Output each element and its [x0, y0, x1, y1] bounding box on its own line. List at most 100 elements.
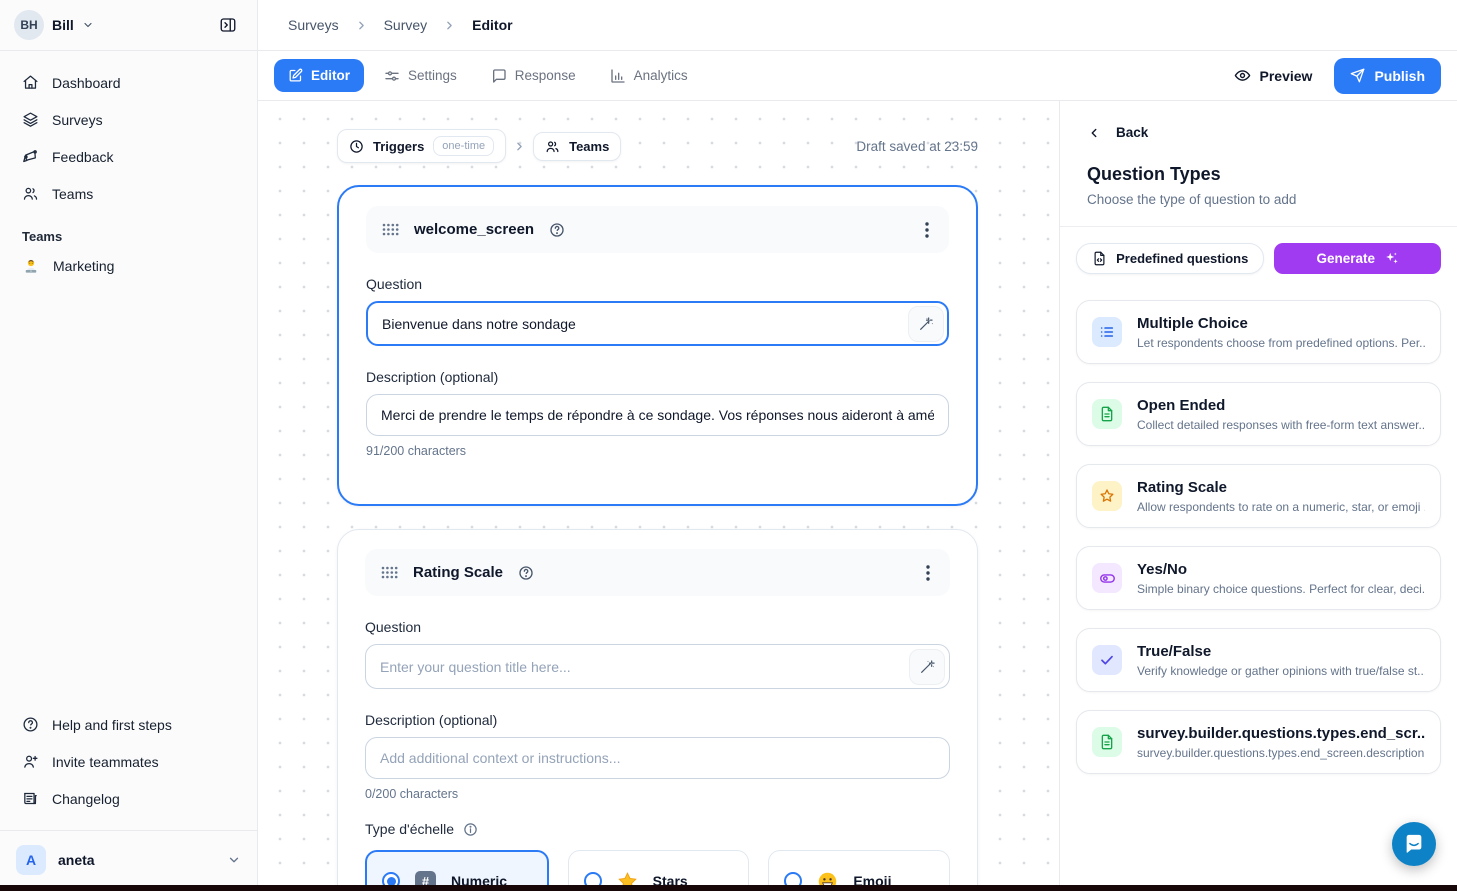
publish-button[interactable]: Publish — [1334, 58, 1441, 94]
tab-settings[interactable]: Settings — [370, 59, 471, 93]
user-avatar[interactable]: BH — [14, 10, 44, 40]
canvas-chips-row: Triggers one-time Teams Draft saved at 2… — [337, 129, 978, 163]
description-input[interactable] — [366, 394, 949, 436]
chevron-down-icon — [227, 853, 241, 867]
breadcrumb-survey[interactable]: Survey — [384, 17, 428, 33]
magic-wand-button[interactable] — [909, 649, 945, 685]
draft-status: Draft saved at 23:59 — [856, 139, 978, 154]
question-input[interactable] — [366, 301, 949, 346]
tab-label: Editor — [311, 68, 350, 83]
type-card-desc: Simple binary choice questions. Perfect … — [1137, 582, 1425, 596]
type-card-texts: survey.builder.questions.types.end_scr..… — [1137, 725, 1425, 760]
type-card-desc: Let respondents choose from predefined o… — [1137, 336, 1425, 350]
smiley-emoji — [817, 871, 838, 891]
user-plus-icon — [22, 753, 39, 770]
type-card-texts: Yes/No Simple binary choice questions. P… — [1137, 561, 1425, 596]
scale-option-numeric[interactable]: # Numeric — [365, 850, 549, 891]
sidebar-item-changelog[interactable]: Changelog — [10, 781, 247, 816]
help-circle-icon[interactable] — [549, 222, 565, 238]
scale-type-row: Type d'échelle — [365, 821, 950, 837]
sidebar-item-dashboard[interactable]: Dashboard — [10, 65, 247, 100]
survey-canvas[interactable]: Triggers one-time Teams Draft saved at 2… — [258, 101, 1059, 891]
question-card-header[interactable]: welcome_screen — [366, 206, 949, 253]
sidebar-footer: Help and first steps Invite teammates Ch… — [0, 701, 257, 824]
description-input[interactable] — [365, 737, 950, 779]
sidebar-item-teams[interactable]: Teams — [10, 176, 247, 211]
question-label: Question — [365, 619, 950, 635]
drag-handle-icon[interactable] — [382, 223, 399, 236]
scale-option-label: Emoji — [853, 873, 891, 889]
question-input-wrap — [365, 644, 950, 689]
chevron-down-icon[interactable] — [82, 19, 94, 31]
question-card-title: welcome_screen — [414, 221, 534, 238]
account-switcher[interactable]: A aneta — [0, 830, 257, 891]
type-card-yes-no[interactable]: Yes/No Simple binary choice questions. P… — [1076, 546, 1441, 610]
scale-option-stars[interactable]: Stars — [568, 850, 750, 891]
type-card-end-screen[interactable]: survey.builder.questions.types.end_scr..… — [1076, 710, 1441, 774]
type-card-title: Yes/No — [1137, 561, 1425, 578]
star-emoji — [617, 871, 638, 891]
triggers-chip[interactable]: Triggers one-time — [337, 129, 506, 163]
question-types-panel: Back Question Types Choose the type of q… — [1059, 101, 1457, 891]
sidebar-item-marketing[interactable]: Marketing — [0, 248, 257, 284]
question-card-welcome-screen[interactable]: welcome_screen Question — [337, 185, 978, 506]
generate-button[interactable]: Generate — [1274, 243, 1441, 274]
radio-selected[interactable] — [382, 872, 400, 890]
chevron-left-icon — [1087, 126, 1101, 140]
sidebar-item-help[interactable]: Help and first steps — [10, 707, 247, 742]
type-card-open-ended[interactable]: Open Ended Collect detailed responses wi… — [1076, 382, 1441, 446]
scale-option-emoji[interactable]: Emoji — [768, 850, 950, 891]
sidebar-item-surveys[interactable]: Surveys — [10, 102, 247, 137]
sidebar-item-feedback[interactable]: Feedback — [10, 139, 247, 174]
card-menu-button[interactable] — [921, 218, 933, 242]
type-card-texts: True/False Verify knowledge or gather op… — [1137, 643, 1425, 678]
panel-subtitle: Choose the type of question to add — [1060, 192, 1457, 207]
tab-editor[interactable]: Editor — [274, 59, 364, 92]
main-area: Surveys Survey Editor Editor Setting — [258, 0, 1457, 891]
tab-analytics[interactable]: Analytics — [596, 59, 702, 93]
megaphone-icon — [22, 148, 39, 165]
user-name[interactable]: Bill — [52, 17, 74, 33]
radio-unselected[interactable] — [584, 872, 602, 890]
help-circle-icon[interactable] — [518, 565, 534, 581]
type-card-title: Open Ended — [1137, 397, 1425, 414]
question-card-rating-scale[interactable]: Rating Scale Question — [337, 529, 978, 891]
clock-icon — [349, 139, 364, 154]
radio-unselected[interactable] — [784, 872, 802, 890]
list-icon — [1092, 317, 1122, 347]
question-card-header[interactable]: Rating Scale — [365, 549, 950, 596]
breadcrumb-surveys[interactable]: Surveys — [288, 17, 339, 33]
sidebar-spacer — [0, 284, 257, 701]
chat-widget-button[interactable] — [1392, 822, 1436, 866]
star-icon — [1092, 481, 1122, 511]
question-input[interactable] — [365, 644, 950, 689]
type-card-desc: Verify knowledge or gather opinions with… — [1137, 664, 1425, 678]
info-circle-icon[interactable] — [463, 822, 478, 837]
char-count: 91/200 characters — [366, 444, 949, 458]
scale-type-label: Type d'échelle — [365, 821, 454, 837]
tab-response[interactable]: Response — [477, 59, 590, 93]
sidebar-item-invite[interactable]: Invite teammates — [10, 744, 247, 779]
type-card-desc: survey.builder.questions.types.end_scree… — [1137, 746, 1425, 760]
predefined-questions-button[interactable]: Predefined questions — [1076, 243, 1264, 274]
users-icon — [22, 185, 39, 202]
pencil-square-icon — [288, 68, 303, 83]
chevron-right-icon — [355, 19, 368, 32]
chevron-right-icon — [443, 19, 456, 32]
type-card-rating-scale[interactable]: Rating Scale Allow respondents to rate o… — [1076, 464, 1441, 528]
type-card-texts: Rating Scale Allow respondents to rate o… — [1137, 479, 1425, 514]
back-button[interactable]: Back — [1060, 125, 1457, 140]
type-card-true-false[interactable]: True/False Verify knowledge or gather op… — [1076, 628, 1441, 692]
sidebar-toggle-button[interactable] — [213, 10, 243, 40]
drag-handle-icon[interactable] — [381, 566, 398, 579]
type-card-multiple-choice[interactable]: Multiple Choice Let respondents choose f… — [1076, 300, 1441, 364]
sidebar-item-label: Invite teammates — [52, 754, 159, 770]
preview-button[interactable]: Preview — [1224, 59, 1323, 92]
question-cards: welcome_screen Question — [337, 185, 978, 891]
type-card-desc: Collect detailed responses with free-for… — [1137, 418, 1425, 432]
magic-wand-button[interactable] — [908, 306, 944, 342]
description-label: Description (optional) — [365, 712, 950, 728]
card-menu-button[interactable] — [922, 561, 934, 585]
file-text-icon — [1092, 727, 1122, 757]
teams-chip[interactable]: Teams — [533, 132, 621, 161]
